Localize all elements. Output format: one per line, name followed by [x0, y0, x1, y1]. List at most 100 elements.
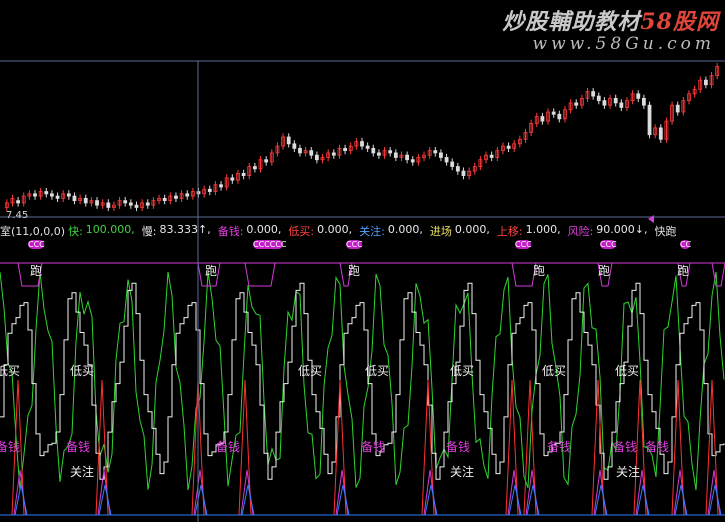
candle-body	[196, 191, 201, 195]
buy-spike	[238, 379, 252, 516]
candle-body	[55, 195, 60, 199]
watermark-url: www.58Gu.com	[532, 34, 715, 54]
candle-body	[439, 152, 443, 158]
header-value: 0.000,	[246, 223, 282, 236]
candle-body	[241, 172, 246, 177]
header-label: 进场	[429, 225, 452, 238]
candle-body	[252, 166, 257, 170]
label-dimai: 低买	[450, 364, 475, 378]
header-value: 0.000,	[454, 223, 490, 236]
label-pao: 跑	[677, 264, 690, 278]
candle-body	[461, 170, 466, 177]
header-label: 低买:	[288, 225, 315, 238]
candle-body	[44, 191, 49, 195]
candle-body	[551, 111, 556, 115]
candle-body	[123, 200, 128, 204]
label-dimai: 低买	[298, 364, 323, 378]
signal-pill: CCC	[346, 240, 363, 249]
candle-body	[33, 193, 37, 197]
candle-body	[174, 195, 178, 199]
candle-body	[106, 202, 111, 208]
candle-body	[185, 193, 190, 197]
candle-body	[145, 202, 150, 206]
candle-body	[50, 193, 54, 197]
candle-body	[619, 102, 624, 108]
candle-body	[343, 147, 347, 152]
header-value: 100.000,	[85, 223, 135, 236]
header-value: 90.000↓,	[596, 223, 648, 236]
header-value: 0.000,	[317, 223, 353, 236]
label-guanzhu: 关注	[450, 465, 475, 479]
candle-body	[455, 166, 460, 172]
candle-body	[574, 102, 579, 106]
candle-body	[647, 104, 652, 136]
candle-body	[602, 100, 607, 106]
header-label: 快跑	[654, 225, 677, 238]
label-beiqian: 备钱	[446, 440, 471, 454]
candle-body	[264, 159, 269, 163]
candle-body	[613, 97, 618, 104]
candle-body	[134, 204, 139, 208]
candle-body	[331, 152, 336, 156]
candle-body	[128, 202, 133, 206]
signal-pill: CCC	[515, 240, 532, 249]
label-dimai: 低买	[542, 364, 567, 378]
candle-body	[433, 150, 438, 154]
label-beiqian: 备钱	[613, 440, 638, 454]
candle-body	[641, 97, 646, 106]
signal-pill: CC	[680, 240, 692, 249]
candle-body	[377, 152, 381, 156]
signal-pill: CCC	[28, 240, 45, 249]
candle-body	[540, 116, 545, 122]
label-dimai: 低买	[70, 364, 95, 378]
candle-body	[489, 154, 494, 158]
label-pao: 跑	[348, 264, 361, 278]
label-dimai: 低买	[615, 364, 640, 378]
label-beiqian: 备钱	[0, 440, 21, 454]
candle-body	[371, 147, 376, 154]
candle-body	[557, 113, 562, 120]
header-value: 0.000,	[387, 223, 423, 236]
candle-body	[66, 193, 71, 197]
header-value: 1.000,	[525, 223, 561, 236]
candle-body	[298, 147, 302, 154]
candle-body	[292, 143, 297, 149]
buy-spike	[95, 379, 109, 516]
candle-body	[675, 104, 680, 113]
candle-body	[596, 95, 601, 102]
label-guanzhu: 关注	[70, 465, 95, 479]
header-value: 83.333↑,	[159, 223, 211, 236]
candle-body	[360, 141, 364, 147]
label-pao: 跑	[533, 264, 546, 278]
label-beiqian: 备钱	[645, 440, 670, 454]
candle-body	[405, 154, 410, 161]
label-beiqian: 备钱	[361, 440, 386, 454]
header-label: 关注:	[359, 225, 385, 238]
candle-body	[314, 154, 319, 161]
candle-body	[207, 188, 212, 192]
candle-body	[636, 93, 641, 99]
candle-body	[16, 200, 20, 204]
candle-body	[286, 136, 291, 145]
header-label: 备钱:	[217, 225, 244, 238]
candle-body	[444, 157, 449, 163]
peak-bracket	[244, 262, 276, 287]
fast-line	[0, 271, 725, 491]
indicator-header: 室(11,0,0,0) 快: 100.000, 慢: 83.333↑, 备钱: 0.000,…	[0, 223, 680, 238]
signal-pill: CCC	[600, 240, 617, 249]
candle-body	[450, 161, 455, 167]
candle-body	[365, 145, 370, 149]
label-dimai: 低买	[0, 364, 21, 378]
candle-body	[658, 127, 663, 140]
candle-body	[388, 150, 393, 154]
label-guanzhu: 关注	[616, 465, 641, 479]
price-candles	[4, 62, 720, 212]
label-pao: 跑	[205, 264, 218, 278]
header-label: 快:	[68, 225, 83, 238]
label-beiqian: 备钱	[547, 440, 572, 454]
header-label: 室(11,0,0,0)	[0, 225, 66, 238]
candle-body	[83, 197, 88, 204]
buy-spike	[671, 379, 685, 516]
candle-body	[506, 145, 511, 149]
buy-spike	[591, 379, 605, 516]
